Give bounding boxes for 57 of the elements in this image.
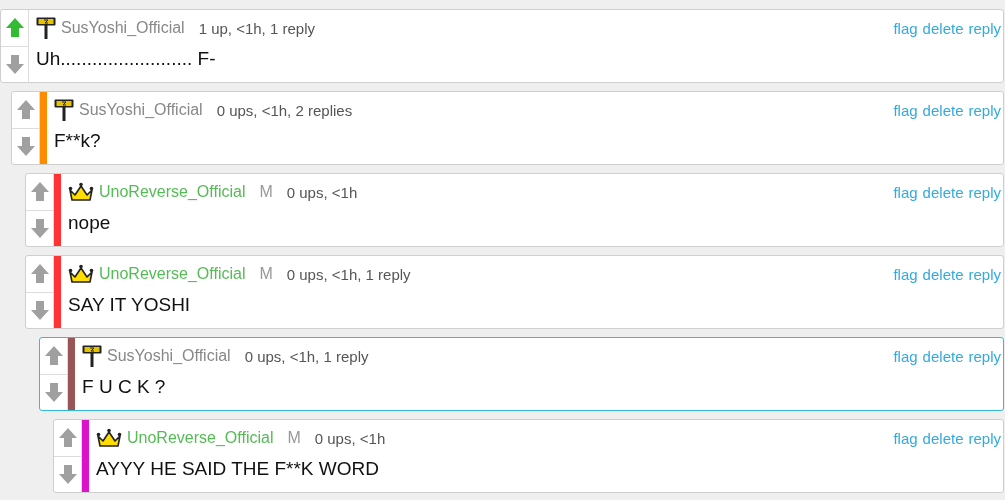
downvote-icon[interactable] (4, 53, 25, 75)
signpost-icon (36, 17, 56, 39)
upvote-icon[interactable] (29, 263, 50, 285)
upvote-icon[interactable] (15, 99, 36, 121)
action-link[interactable]: flag (893, 347, 918, 365)
comment-meta: 1 up, <1h, 1 reply (198, 19, 315, 37)
comment-meta: 0 ups, <1h, 1 reply (286, 265, 411, 283)
downvote-icon[interactable] (29, 299, 50, 321)
crown-icon (96, 428, 122, 448)
comment-meta: 0 ups, <1h (286, 183, 358, 201)
comment-meta: 0 ups, <1h, 2 replies (216, 101, 353, 119)
downvote-icon[interactable] (15, 135, 36, 157)
downvote-icon[interactable] (43, 381, 64, 403)
action-link[interactable]: delete (922, 19, 964, 37)
moderator-label: M (259, 183, 273, 201)
action-link[interactable]: reply (968, 101, 1001, 119)
username[interactable]: UnoReverse_Official (99, 265, 246, 283)
action-link[interactable]: reply (968, 347, 1001, 365)
signpost-icon (54, 99, 74, 121)
action-link[interactable]: delete (922, 183, 964, 201)
action-link[interactable]: flag (893, 19, 918, 37)
username[interactable]: SusYoshi_Official (107, 347, 231, 365)
crown-icon (68, 182, 94, 202)
username[interactable]: SusYoshi_Official (61, 19, 185, 37)
signpost-icon (82, 345, 102, 367)
action-link[interactable]: delete (922, 429, 964, 447)
upvote-icon[interactable] (43, 345, 64, 367)
action-link[interactable]: delete (922, 101, 964, 119)
comment-text: F U C K ? (82, 376, 167, 398)
action-link[interactable]: reply (968, 265, 1001, 283)
comment-text: SAY IT YOSHI (68, 294, 192, 316)
action-link[interactable]: reply (968, 19, 1001, 37)
action-link[interactable]: delete (922, 265, 964, 283)
crown-icon (68, 264, 94, 284)
action-link[interactable]: flag (893, 101, 918, 119)
comment-text: nope (68, 212, 112, 234)
username[interactable]: UnoReverse_Official (127, 429, 274, 447)
comment-meta: 0 ups, <1h, 1 reply (244, 347, 369, 365)
upvote-icon[interactable] (29, 181, 50, 203)
moderator-label: M (287, 429, 301, 447)
downvote-icon[interactable] (29, 217, 50, 239)
action-link[interactable]: flag (893, 183, 918, 201)
comment-text: AYYY HE SAID THE F**K WORD (96, 458, 380, 480)
action-link[interactable]: flag (893, 265, 918, 283)
moderator-label: M (259, 265, 273, 283)
comment-text: Uh......................... F- (36, 48, 217, 70)
action-link[interactable]: reply (968, 429, 1001, 447)
username[interactable]: UnoReverse_Official (99, 183, 246, 201)
comment-text: F**k? (54, 130, 102, 152)
upvote-icon[interactable] (57, 427, 78, 449)
comment-meta: 0 ups, <1h (314, 429, 386, 447)
downvote-icon[interactable] (57, 463, 78, 485)
action-link[interactable]: flag (893, 429, 918, 447)
action-link[interactable]: delete (922, 347, 964, 365)
action-link[interactable]: reply (968, 183, 1001, 201)
upvote-icon[interactable] (4, 17, 25, 39)
username[interactable]: SusYoshi_Official (79, 101, 203, 119)
